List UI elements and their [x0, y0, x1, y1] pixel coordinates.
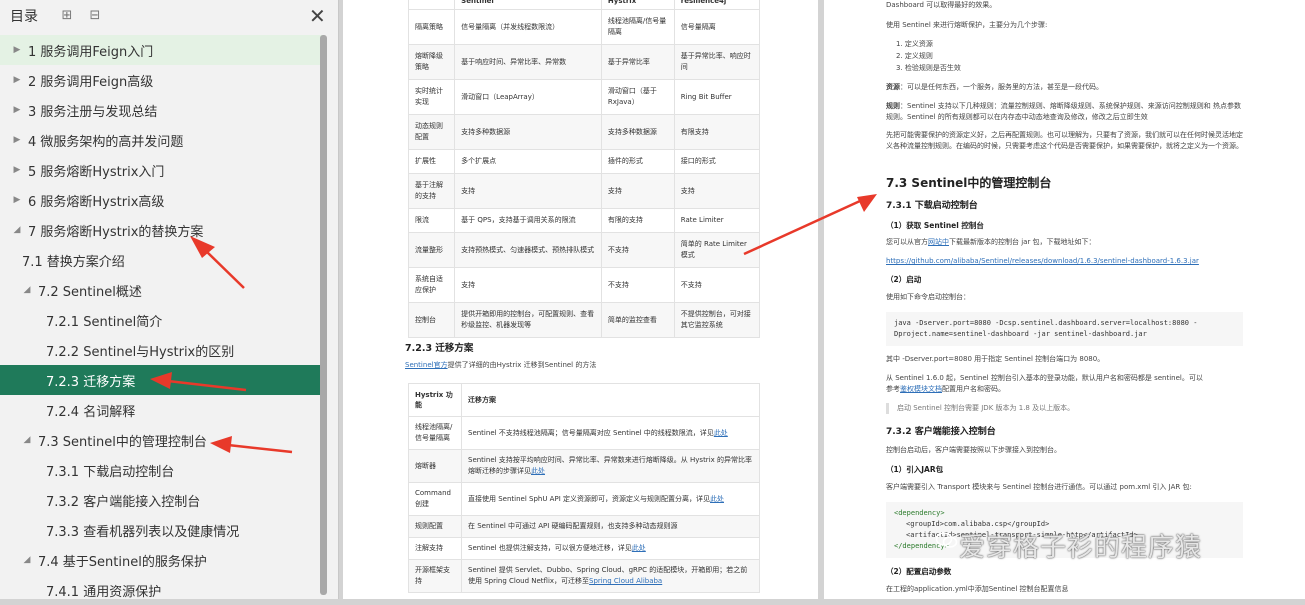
red-arrow: [150, 372, 247, 392]
red-arrow: [743, 194, 877, 256]
red-arrow: [190, 236, 245, 289]
annotation-arrows: [150, 194, 877, 454]
red-arrow: [210, 436, 293, 454]
